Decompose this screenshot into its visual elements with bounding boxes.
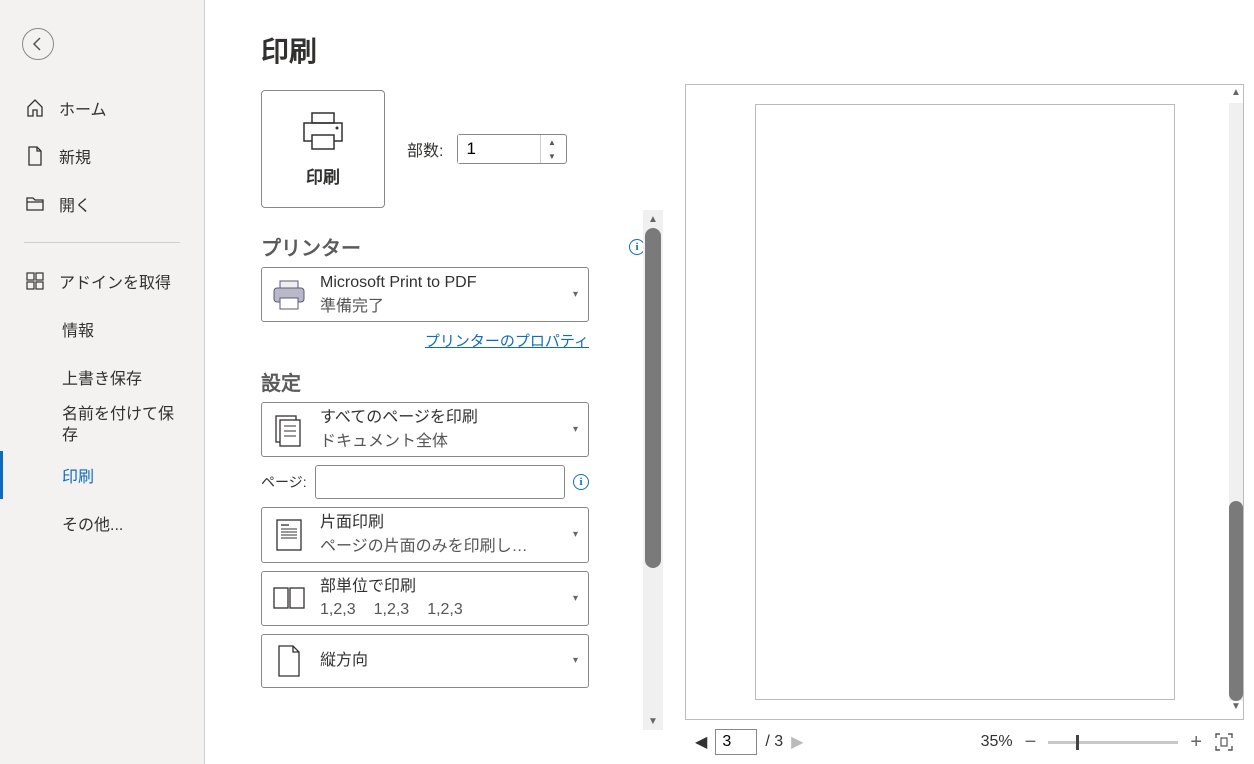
copies-up[interactable]: ▲ <box>541 135 562 149</box>
file-icon <box>25 146 45 166</box>
printer-properties-link[interactable]: プリンターのプロパティ <box>261 330 589 351</box>
scroll-down-icon[interactable]: ▼ <box>1231 701 1241 717</box>
zoom-level: 35% <box>981 733 1013 751</box>
sidebar-item-save[interactable]: 上書き保存 <box>0 353 204 401</box>
zoom-in-button[interactable]: + <box>1190 731 1202 754</box>
copies-label: 部数: <box>407 137 443 161</box>
preview-scrollbar[interactable]: ▲ ▼ <box>1227 87 1245 717</box>
chevron-down-icon: ▾ <box>573 655 582 666</box>
printer-icon <box>268 280 310 310</box>
sidebar-item-print[interactable]: 印刷 <box>0 451 204 499</box>
sidebar-divider <box>24 242 180 243</box>
sidebar-item-new[interactable]: 新規 <box>0 132 204 180</box>
orientation-icon <box>268 644 310 678</box>
sides-dropdown[interactable]: 片面印刷 ページの片面のみを印刷し… ▾ <box>261 507 589 562</box>
settings-section-header: 設定 <box>261 367 301 396</box>
copies-down[interactable]: ▼ <box>541 149 562 163</box>
pages-icon <box>268 413 310 447</box>
range-title: すべてのページを印刷 <box>320 407 563 429</box>
chevron-down-icon: ▾ <box>573 593 582 604</box>
sidebar-item-addins[interactable]: アドインを取得 <box>0 257 204 305</box>
chevron-down-icon: ▾ <box>573 424 582 435</box>
scroll-thumb[interactable] <box>1229 501 1243 701</box>
printer-large-icon <box>300 111 346 151</box>
sidebar-item-info[interactable]: 情報 <box>0 305 204 353</box>
addins-icon <box>25 271 45 291</box>
preview-area: ▲ ▼ <box>685 84 1244 720</box>
print-button[interactable]: 印刷 <box>261 90 385 208</box>
pages-input[interactable] <box>315 465 565 499</box>
printer-section-header: プリンター <box>261 232 361 261</box>
sidebar-item-other[interactable]: その他... <box>0 499 204 547</box>
sides-icon <box>268 517 310 553</box>
sidebar-item-label: アドインを取得 <box>59 269 171 293</box>
collate-icon <box>268 584 310 612</box>
sides-title: 片面印刷 <box>320 512 563 534</box>
sidebar-item-label: 開く <box>59 192 91 216</box>
current-page-input[interactable] <box>715 729 757 755</box>
sidebar-item-open[interactable]: 開く <box>0 180 204 228</box>
next-page-button[interactable]: ▶ <box>791 732 803 752</box>
zoom-fit-button[interactable] <box>1214 732 1234 752</box>
zoom-out-button[interactable]: − <box>1025 731 1037 754</box>
settings-column: 印刷 部数: ▲ ▼ プリンター i <box>205 70 645 764</box>
pages-label: ページ: <box>261 472 307 492</box>
zoom-slider[interactable] <box>1048 741 1178 744</box>
collate-title: 部単位で印刷 <box>320 576 563 598</box>
backstage-sidebar: ホーム 新規 開く アドインを取得 情報 上書き保存 名前を付けて保存 印刷 そ… <box>0 0 205 764</box>
preview-footer: ◀ / 3 ▶ 35% − + <box>685 720 1244 764</box>
printer-name: Microsoft Print to PDF <box>320 272 563 294</box>
sidebar-item-saveas[interactable]: 名前を付けて保存 <box>0 401 204 451</box>
main-content: 印刷 印刷 部数: <box>205 0 1254 764</box>
preview-column: ▲ ▼ ◀ / 3 ▶ 35% − <box>645 70 1254 764</box>
collate-sub: 1,2,31,2,31,2,3 <box>320 599 563 621</box>
folder-icon <box>25 195 45 213</box>
scroll-up-icon[interactable]: ▲ <box>1231 87 1241 103</box>
info-icon[interactable]: i <box>573 474 589 490</box>
home-icon <box>25 98 45 118</box>
copies-input[interactable] <box>458 135 540 163</box>
back-button[interactable] <box>22 28 54 60</box>
chevron-down-icon: ▾ <box>573 289 582 300</box>
zoom-handle[interactable] <box>1076 735 1079 750</box>
sidebar-item-home[interactable]: ホーム <box>0 84 204 132</box>
back-arrow-icon <box>30 36 46 52</box>
range-sub: ドキュメント全体 <box>320 431 563 453</box>
print-button-label: 印刷 <box>306 163 340 188</box>
page-title: 印刷 <box>205 0 1254 70</box>
printer-status: 準備完了 <box>320 296 563 318</box>
sidebar-item-label: ホーム <box>59 96 107 120</box>
orientation-dropdown[interactable]: 縦方向 ▾ <box>261 634 589 688</box>
collate-dropdown[interactable]: 部単位で印刷 1,2,31,2,31,2,3 ▾ <box>261 571 589 626</box>
page-range-dropdown[interactable]: すべてのページを印刷 ドキュメント全体 ▾ <box>261 402 589 457</box>
prev-page-button[interactable]: ◀ <box>695 732 707 752</box>
copies-spinner[interactable]: ▲ ▼ <box>457 134 567 164</box>
sides-sub: ページの片面のみを印刷し… <box>320 536 550 558</box>
orient-title: 縦方向 <box>320 650 563 672</box>
chevron-down-icon: ▾ <box>573 529 582 540</box>
total-pages: / 3 <box>765 733 783 751</box>
printer-dropdown[interactable]: Microsoft Print to PDF 準備完了 ▾ <box>261 267 589 322</box>
sidebar-item-label: 新規 <box>59 144 91 168</box>
page-preview <box>755 104 1175 700</box>
